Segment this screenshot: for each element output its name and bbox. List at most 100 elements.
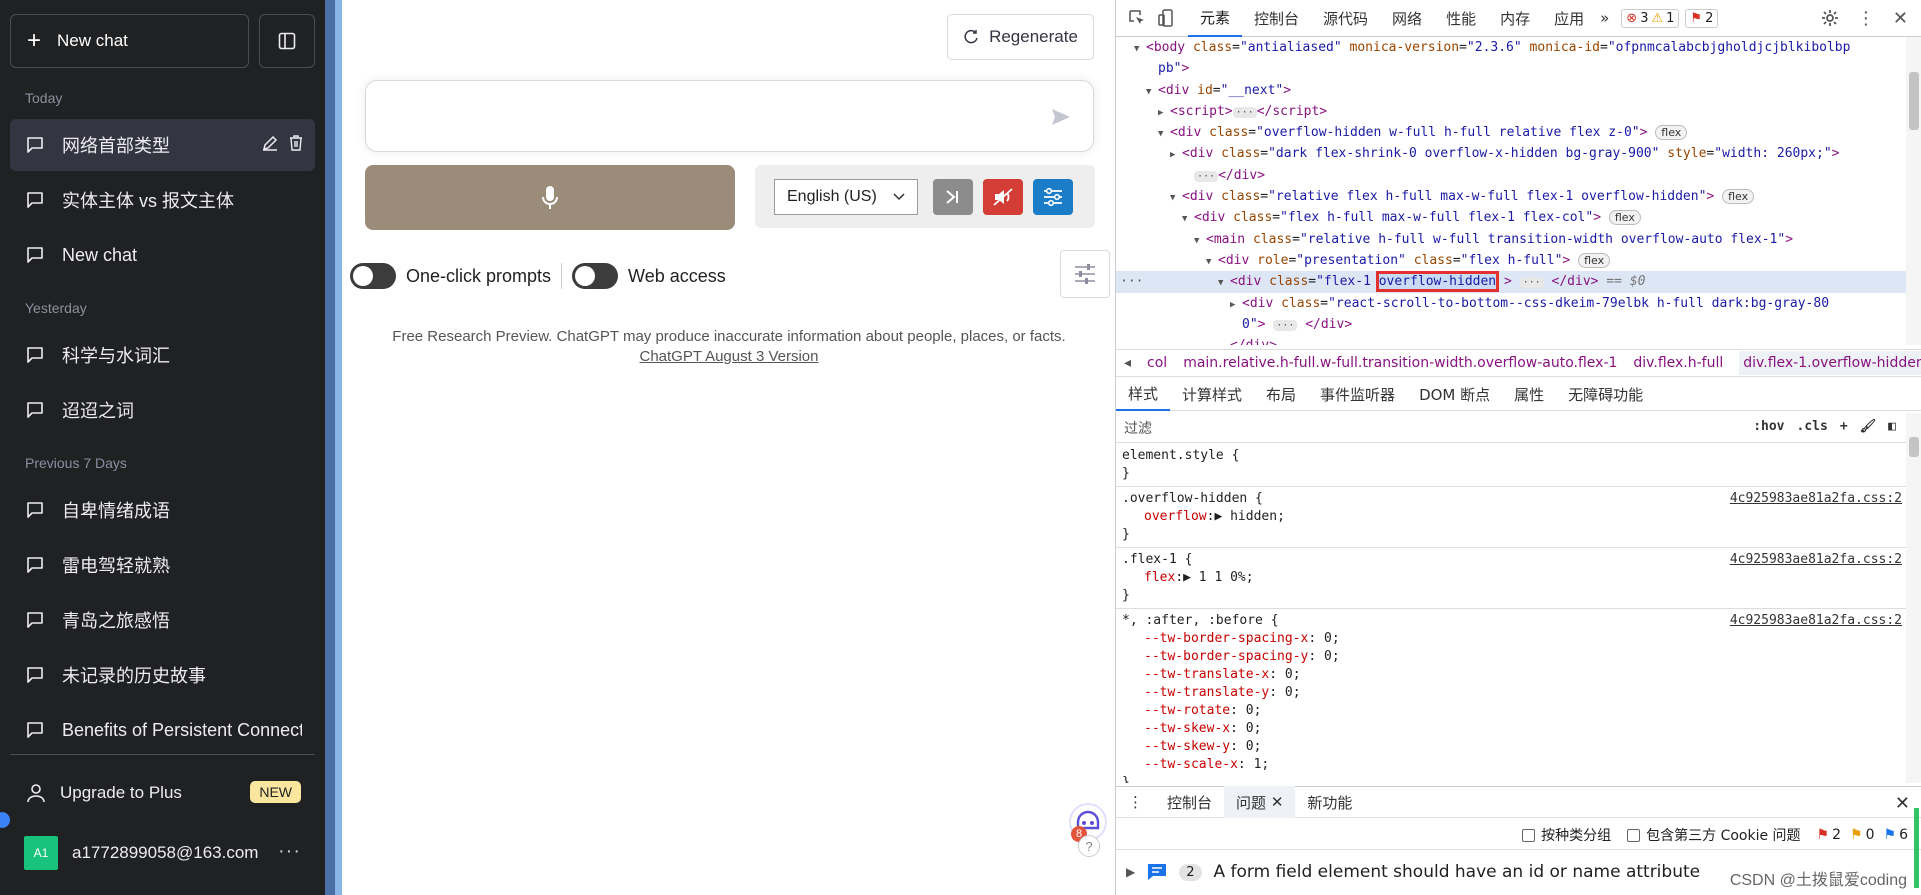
gear-icon[interactable]	[1821, 9, 1839, 27]
help-button[interactable]: ?	[1078, 835, 1100, 857]
tab-layout[interactable]: 布局	[1254, 379, 1308, 411]
device-toolbar-button[interactable]	[1158, 0, 1188, 37]
trash-icon[interactable]	[287, 134, 305, 152]
chat-item[interactable]: Benefits of Persistent Connect	[10, 704, 315, 756]
css-property[interactable]: --tw-skew-y: 0;	[1122, 738, 1900, 756]
tab-console[interactable]: 控制台	[1242, 0, 1311, 37]
tab-event-listeners[interactable]: 事件监听器	[1308, 379, 1407, 411]
chat-item[interactable]: 科学与水词汇	[10, 329, 315, 381]
message-input[interactable]	[365, 80, 1094, 152]
web-access-switch[interactable]	[572, 263, 619, 289]
dom-node-line[interactable]: </div>	[1116, 335, 1906, 345]
css-property-value[interactable]: :▶ 1 1 0%;	[1175, 570, 1253, 585]
chat-item[interactable]: 自卑情绪成语	[10, 484, 315, 536]
breadcrumb-scroll-left[interactable]: ◂	[1124, 355, 1131, 371]
tab-styles[interactable]: 样式	[1116, 379, 1171, 411]
regenerate-button[interactable]: Regenerate	[947, 14, 1094, 60]
css-property[interactable]: --tw-border-spacing-x: 0;	[1122, 630, 1900, 648]
dom-scroll-thumb[interactable]	[1909, 72, 1919, 130]
collapse-arrow-icon[interactable]: ▼	[1194, 231, 1206, 252]
styles-scroll-thumb[interactable]	[1909, 437, 1919, 457]
css-property-name[interactable]: --tw-skew-y	[1144, 739, 1230, 754]
breadcrumb-item[interactable]: col	[1147, 355, 1167, 371]
edit-icon[interactable]	[261, 134, 279, 152]
dom-node-line[interactable]: ▼ <div role="presentation" class="flex h-…	[1116, 250, 1906, 271]
chat-item[interactable]: 网络首部类型	[10, 119, 315, 171]
voice-record-button[interactable]	[365, 165, 735, 230]
css-property-value[interactable]: : 0;	[1230, 721, 1261, 736]
css-property[interactable]: flex:▶ 1 1 0%;	[1122, 569, 1900, 587]
dom-node-line[interactable]: ▶ <div class="react-scroll-to-bottom--css…	[1116, 293, 1906, 314]
mute-button[interactable]	[983, 179, 1023, 215]
error-warning-counts[interactable]: ⊗ 3 ⚠ 1 ⚑ 2	[1621, 8, 1719, 28]
group-by-kind-checkbox[interactable]: 按种类分组	[1522, 825, 1611, 845]
third-party-cookie-checkbox[interactable]: 包含第三方 Cookie 问题	[1627, 825, 1801, 845]
css-property-name[interactable]: --tw-scale-x	[1144, 757, 1238, 772]
send-icon[interactable]	[1051, 107, 1071, 127]
dom-node-line[interactable]: ▼ <body class="antialiased" monica-versio…	[1116, 37, 1906, 58]
chat-item[interactable]: 未记录的历史故事	[10, 649, 315, 701]
toggle-sidebar-button[interactable]	[259, 14, 315, 68]
dom-node-line[interactable]: ▼ <div id="__next">	[1116, 80, 1906, 101]
expand-arrow-icon[interactable]: ▶	[1126, 865, 1135, 879]
hover-state-toggle[interactable]: :hov	[1753, 419, 1784, 434]
breadcrumb-item[interactable]: div.flex.h-full	[1633, 355, 1723, 371]
css-property-name[interactable]: --tw-translate-y	[1144, 685, 1269, 700]
language-select[interactable]: English (US)	[774, 179, 918, 215]
voice-settings-button[interactable]	[1033, 179, 1073, 215]
tab-accessibility[interactable]: 无障碍功能	[1556, 379, 1655, 411]
close-drawer-icon[interactable]: ✕	[1895, 793, 1910, 814]
dom-node-line[interactable]: ▼ <main class="relative h-full w-full tra…	[1116, 229, 1906, 250]
chat-item[interactable]: 实体主体 vs 报文主体	[10, 174, 315, 226]
css-property-value[interactable]: : 0;	[1308, 649, 1339, 664]
paint-icon[interactable]: 🖌	[1860, 419, 1877, 434]
dom-node-line[interactable]: ▶ <div class="dark flex-shrink-0 overflow…	[1116, 143, 1906, 164]
css-property[interactable]: --tw-translate-x: 0;	[1122, 666, 1900, 684]
expand-arrow-icon[interactable]: ▶	[1170, 145, 1182, 166]
css-property[interactable]: --tw-rotate: 0;	[1122, 702, 1900, 720]
dom-node-line[interactable]: ··· </div>	[1116, 165, 1906, 186]
upgrade-to-plus-button[interactable]: Upgrade to Plus NEW	[10, 768, 315, 818]
dom-node-line[interactable]: ▼ <div class="relative flex h-full max-w-…	[1116, 186, 1906, 207]
css-rules[interactable]: element.style {} .overflow-hidden {4c9259…	[1116, 444, 1906, 783]
tab-computed[interactable]: 计算样式	[1170, 379, 1254, 411]
tab-sources[interactable]: 源代码	[1311, 0, 1380, 37]
tab-application[interactable]: 应用	[1542, 0, 1596, 37]
collapse-arrow-icon[interactable]: ▼	[1170, 188, 1182, 209]
more-options-icon[interactable]: ···	[278, 840, 301, 863]
css-property[interactable]: --tw-translate-y: 0;	[1122, 684, 1900, 702]
collapse-arrow-icon[interactable]: ▼	[1146, 82, 1158, 103]
tab-elements[interactable]: 元素	[1188, 0, 1243, 37]
skip-button[interactable]	[933, 179, 973, 215]
dom-node-line[interactable]: ··· ▼ <div class="flex-1 overflow-hidden >…	[1116, 271, 1906, 294]
dom-node-line[interactable]: ▼ <div class="flex h-full max-w-full flex…	[1116, 207, 1906, 228]
tab-network[interactable]: 网络	[1380, 0, 1434, 37]
collapse-arrow-icon[interactable]: ▼	[1182, 209, 1194, 230]
chat-item[interactable]: 青岛之旅感悟	[10, 594, 315, 646]
new-chat-button[interactable]: + New chat	[10, 14, 249, 68]
close-devtools-icon[interactable]: ✕	[1893, 8, 1908, 29]
css-property[interactable]: --tw-skew-x: 0;	[1122, 720, 1900, 738]
css-property-value[interactable]: : 0;	[1269, 685, 1300, 700]
css-property[interactable]: overflow:▶ hidden;	[1122, 508, 1900, 526]
dom-node-line[interactable]: pb">	[1116, 58, 1906, 79]
styles-filter[interactable]: 过滤 :hov .cls + 🖌 ◧	[1116, 413, 1906, 443]
tab-performance[interactable]: 性能	[1434, 0, 1488, 37]
collapse-arrow-icon[interactable]: ▼	[1218, 273, 1230, 294]
tab-properties[interactable]: 属性	[1502, 379, 1556, 411]
styles-scrollbar[interactable]	[1906, 413, 1921, 783]
css-source-link[interactable]: 4c925983ae81a2fa.css:2	[1730, 490, 1902, 508]
close-tab-icon[interactable]: ✕	[1271, 793, 1284, 811]
css-selector[interactable]: element.style {	[1122, 447, 1900, 465]
dom-node-line[interactable]: ▶ <script> ··· </script>	[1116, 101, 1906, 122]
version-link[interactable]: ChatGPT August 3 Version	[640, 348, 819, 365]
chat-item[interactable]: New chat	[10, 229, 315, 281]
one-click-prompts-switch[interactable]	[350, 263, 396, 289]
css-property-name[interactable]: --tw-border-spacing-y	[1144, 649, 1308, 664]
css-property-name[interactable]: --tw-translate-x	[1144, 667, 1269, 682]
css-property-name[interactable]: --tw-rotate	[1144, 703, 1230, 718]
css-property[interactable]: --tw-border-spacing-y: 0;	[1122, 648, 1900, 666]
css-property-value[interactable]: : 0;	[1269, 667, 1300, 682]
css-property-name[interactable]: --tw-border-spacing-x	[1144, 631, 1308, 646]
css-rule[interactable]: *, :after, :before {4c925983ae81a2fa.css…	[1116, 609, 1906, 783]
